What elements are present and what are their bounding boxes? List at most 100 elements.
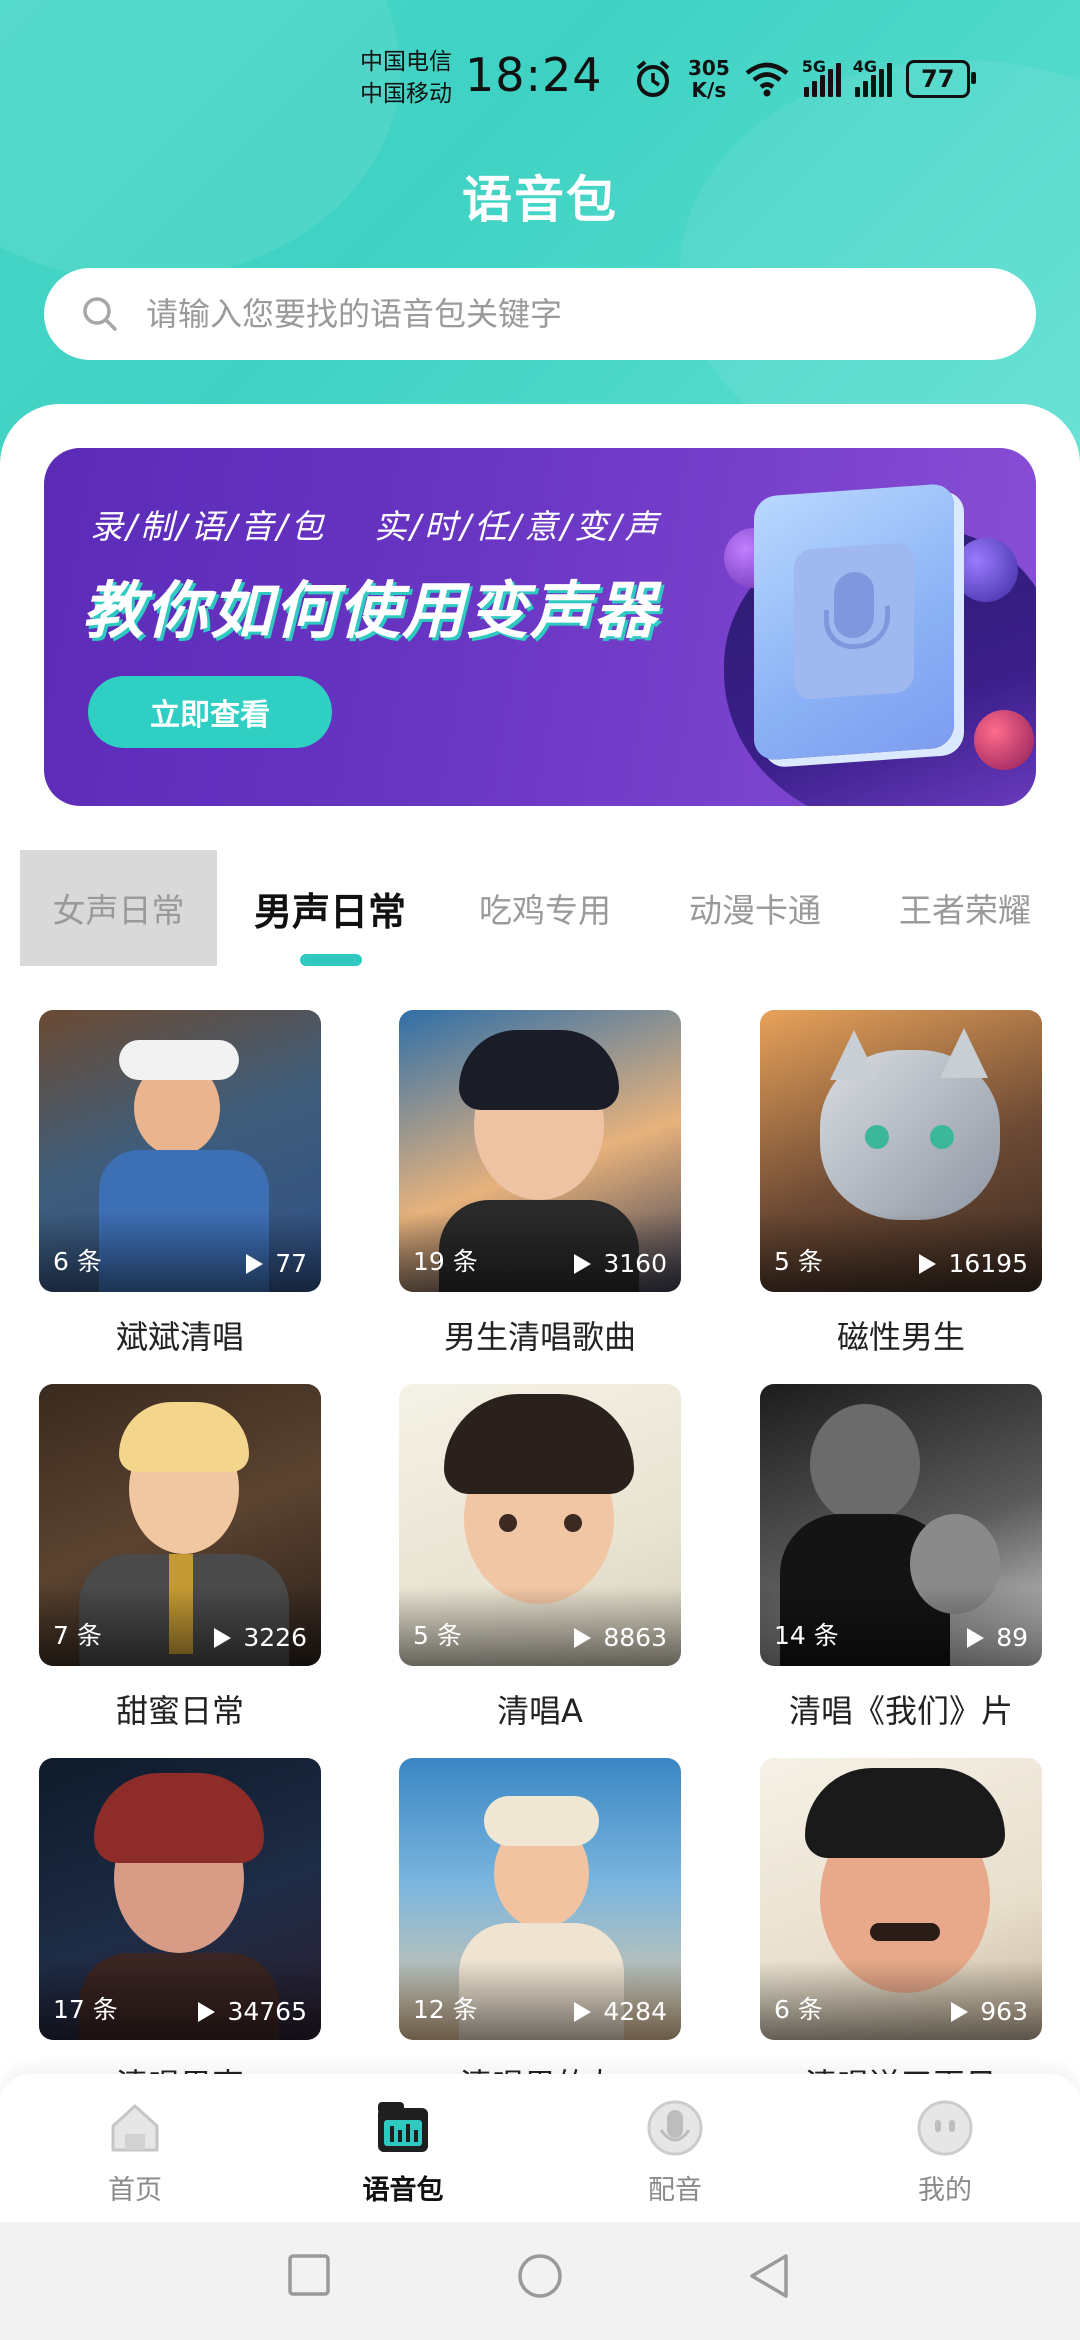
carrier-labels: 中国电信 中国移动 — [360, 46, 452, 110]
play-icon — [198, 2001, 216, 2022]
play-icon — [214, 1627, 232, 1648]
play-icon — [574, 2001, 592, 2022]
item-count: 7 条 — [53, 1621, 102, 1650]
tab-pubg[interactable]: 吃鸡专用 — [460, 850, 630, 966]
microphone-icon — [647, 2100, 703, 2156]
pack-cover: 6 条 77 — [39, 1010, 321, 1292]
speed-unit: K/s — [691, 78, 727, 102]
item-count: 6 条 — [53, 1247, 102, 1276]
item-count: 5 条 — [413, 1621, 462, 1650]
alarm-icon — [636, 60, 670, 97]
play-count-value: 34765 — [227, 1997, 307, 2026]
signal-5g-icon: 5G — [802, 57, 841, 97]
page-title: 语音包 — [462, 171, 618, 229]
play-icon — [967, 1627, 985, 1648]
back-icon[interactable] — [746, 2252, 792, 2300]
recents-icon[interactable] — [286, 2252, 332, 2298]
play-count: 89 — [964, 1623, 1028, 1652]
play-icon — [574, 1253, 592, 1274]
pack-name: 甜蜜日常 — [115, 1692, 244, 1730]
carrier-2: 中国移动 — [360, 81, 452, 107]
nav-dubbing-label: 配音 — [648, 2175, 702, 2206]
home-button-icon[interactable] — [516, 2252, 564, 2300]
pack-name: 清唱A — [497, 1692, 583, 1730]
net-type-2: 4G — [852, 57, 878, 76]
item-count: 6 条 — [774, 1995, 823, 2024]
item-count: 5 条 — [774, 1247, 823, 1276]
home-icon — [111, 2104, 159, 2152]
status-icons: 305 K/s 5G 4G 77 — [632, 52, 976, 106]
search-bar[interactable] — [44, 268, 1036, 360]
profile-icon — [917, 2100, 973, 2156]
play-count: 34765 — [195, 1997, 307, 2026]
play-count-value: 8863 — [603, 1623, 667, 1652]
item-count: 19 条 — [413, 1247, 478, 1276]
speed-value: 305 — [688, 56, 730, 80]
play-count-value: 16195 — [948, 1249, 1028, 1278]
bottom-navigation: 首页 语音包 配音 我的 — [0, 2074, 1080, 2222]
clock: 18:24 — [465, 48, 603, 102]
banner-subtitle-2: 实/时/任/意/变/声 — [373, 507, 661, 546]
item-count: 12 条 — [413, 1995, 478, 2024]
signal-4g-icon: 4G — [853, 57, 892, 97]
pack-cover: 17 条 34765 — [39, 1758, 321, 2040]
banner-subtitle: 录/制/语/音/包 实/时/任/意/变/声 — [90, 500, 695, 548]
promo-banner[interactable]: 录/制/语/音/包 实/时/任/意/变/声 教你如何使用变声器 立即查看 — [44, 448, 1036, 806]
play-count-value: 77 — [275, 1249, 307, 1278]
play-icon — [246, 1253, 264, 1274]
planet-decoration — [974, 710, 1034, 770]
nav-dubbing[interactable]: 配音 — [595, 2088, 755, 2212]
play-count: 8863 — [571, 1623, 667, 1652]
pack-cover: 5 条 8863 — [399, 1384, 681, 1666]
voice-pack-icon — [378, 2102, 428, 2152]
pack-name: 磁性男生 — [836, 1318, 965, 1356]
play-icon — [951, 2001, 969, 2022]
planet-decoration — [954, 538, 1018, 602]
play-count-value: 89 — [996, 1623, 1028, 1652]
search-input[interactable] — [144, 294, 968, 334]
play-count: 77 — [243, 1249, 307, 1278]
pack-cover: 5 条 16195 — [760, 1010, 1042, 1292]
play-count: 16195 — [916, 1249, 1028, 1278]
system-navigation-bar — [0, 2222, 1080, 2340]
active-tab-indicator — [300, 954, 362, 966]
play-count-value: 3160 — [603, 1249, 667, 1278]
tab-female-daily[interactable]: 女声日常 — [20, 850, 217, 966]
net-type-1: 5G — [801, 57, 827, 76]
play-count-value: 3226 — [243, 1623, 307, 1652]
pack-cover: 7 条 3226 — [39, 1384, 321, 1666]
play-icon — [574, 1627, 592, 1648]
pack-cover: 14 条 89 — [760, 1384, 1042, 1666]
play-count: 3226 — [211, 1623, 307, 1652]
nav-home-label: 首页 — [108, 2175, 162, 2206]
item-count: 17 条 — [53, 1995, 118, 2024]
category-tabs: 女声日常 男声日常 吃鸡专用 动漫卡通 王者荣耀 — [20, 850, 1080, 966]
search-icon — [83, 297, 117, 331]
nav-home[interactable]: 首页 — [55, 2088, 215, 2212]
book-microphone-icon — [754, 483, 954, 761]
banner-subtitle-1: 录/制/语/音/包 — [90, 507, 327, 546]
pack-name: 男生清唱歌曲 — [443, 1318, 636, 1356]
play-count: 3160 — [571, 1249, 667, 1278]
play-icon — [919, 1253, 937, 1274]
wifi-icon — [745, 62, 789, 97]
item-count: 14 条 — [774, 1621, 839, 1650]
pack-name: 清唱《我们》片 — [788, 1692, 1013, 1730]
nav-voice-pack-label: 语音包 — [362, 2175, 444, 2206]
tab-male-daily[interactable]: 男声日常 — [245, 850, 415, 966]
pack-name: 斌斌清唱 — [115, 1318, 244, 1356]
pack-cover: 6 条 963 — [760, 1758, 1042, 2040]
nav-profile-label: 我的 — [918, 2175, 972, 2206]
tab-honor-of-kings[interactable]: 王者荣耀 — [880, 850, 1050, 966]
nav-profile[interactable]: 我的 — [865, 2088, 1025, 2212]
play-count: 4284 — [571, 1997, 667, 2026]
network-speed: 305 K/s — [688, 57, 730, 101]
pack-cover: 12 条 4284 — [399, 1758, 681, 2040]
nav-voice-pack[interactable]: 语音包 — [323, 2088, 483, 2212]
status-bar: 中国电信 中国移动 18:24 305 K/s 5G 4G 77 — [0, 0, 1080, 150]
battery-icon: 77 — [905, 60, 976, 98]
play-count: 963 — [948, 1997, 1028, 2026]
tab-anime[interactable]: 动漫卡通 — [670, 850, 840, 966]
view-now-button[interactable]: 立即查看 — [88, 676, 332, 748]
carrier-1: 中国电信 — [360, 49, 452, 75]
